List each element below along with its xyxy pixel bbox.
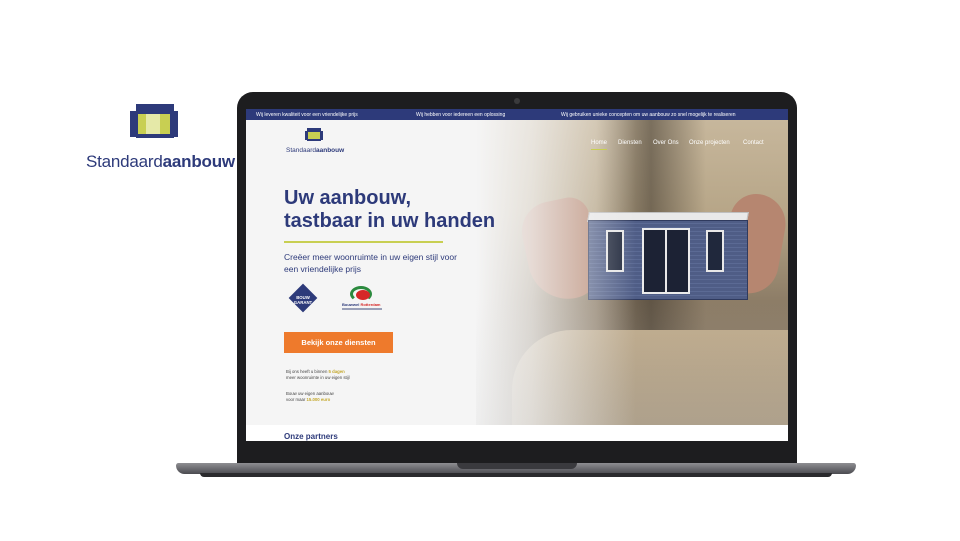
topbar-item-quality: Wij leveren kwaliteit voor een vriendeli… bbox=[256, 111, 358, 118]
hero-title-underline bbox=[284, 241, 443, 243]
brand-name: Standaardaanbouw bbox=[86, 152, 235, 172]
partners-title: Onze partners bbox=[284, 432, 338, 441]
brand-name-bold: aanbouw bbox=[162, 152, 235, 171]
topbar-item-solution: Wij hebben voor iedereen een oplossing bbox=[416, 111, 506, 118]
hero-title-line1: Uw aanbouw, bbox=[284, 187, 412, 209]
website-screen: Wij leveren kwaliteit voor een vriendeli… bbox=[246, 109, 788, 441]
note1-highlight: 5 dagen bbox=[328, 369, 345, 374]
brand-logo-icon bbox=[130, 104, 178, 144]
hero-subtitle-line1: Creëer meer woonruimte in uw eigen stijl… bbox=[284, 252, 457, 262]
hero-subtitle-line2: een vriendelijke prijs bbox=[284, 264, 362, 274]
top-info-bar: Wij leveren kwaliteit voor een vriendeli… bbox=[246, 109, 788, 120]
hero-subtitle: Creëer meer woonruimte in uw eigen stijl… bbox=[284, 251, 484, 275]
nav-diensten[interactable]: Diensten bbox=[618, 140, 642, 146]
note2-highlight: 15.000 euro bbox=[306, 397, 331, 402]
topbar-item-concepts: Wij gebruiken unieke concepten om uw aan… bbox=[561, 111, 736, 118]
laptop-notch bbox=[457, 463, 577, 469]
waarborg-text-a: Bouwwel bbox=[342, 302, 360, 307]
site-logo-icon bbox=[305, 128, 323, 142]
stage: Standaardaanbouw Wij leveren kwaliteit v… bbox=[0, 0, 960, 541]
note1-line2: meer woonruimte in uw eigen stijl bbox=[286, 375, 350, 380]
brand-name-light: Standaard bbox=[86, 152, 163, 171]
bouw-garant-line2: GARANT bbox=[293, 300, 313, 305]
nav-home-underline bbox=[591, 149, 607, 150]
nav-home[interactable]: Home bbox=[591, 140, 607, 146]
nav-onze-projecten[interactable]: Onze projecten bbox=[689, 140, 730, 146]
hero-title: Uw aanbouw, tastbaar in uw handen bbox=[284, 187, 496, 233]
bekijk-diensten-button[interactable]: Bekijk onze diensten bbox=[284, 332, 393, 353]
bouw-garant-icon: BOUW GARANT bbox=[286, 283, 320, 313]
site-logo-bold: aanbouw bbox=[316, 147, 345, 154]
hero-title-line2: tastbaar in uw handen bbox=[284, 210, 496, 232]
nav-contact[interactable]: Contact bbox=[743, 140, 764, 146]
site-logo[interactable]: Standaardaanbouw bbox=[286, 128, 346, 158]
site-logo-light: Standaard bbox=[286, 147, 316, 154]
note1-line1: Bij ons heeft u binnen bbox=[286, 369, 328, 374]
hero-fade-bottom bbox=[476, 299, 788, 425]
note2-line2: voor maar bbox=[286, 397, 306, 402]
camera-dot bbox=[514, 98, 520, 104]
waarborg-text-b: Rotterdam bbox=[360, 302, 381, 307]
waarborg-icon: Bouwwel Rotterdam bbox=[342, 286, 382, 314]
nav-over-ons[interactable]: Over Ons bbox=[653, 140, 679, 146]
note-five-days: Bij ons heeft u binnen 5 dagen meer woon… bbox=[286, 369, 350, 381]
laptop-foot bbox=[200, 473, 832, 477]
note-price: Bouw uw eigen aanbouw voor maar 15.000 e… bbox=[286, 391, 334, 403]
site-logo-text: Standaardaanbouw bbox=[286, 147, 344, 154]
